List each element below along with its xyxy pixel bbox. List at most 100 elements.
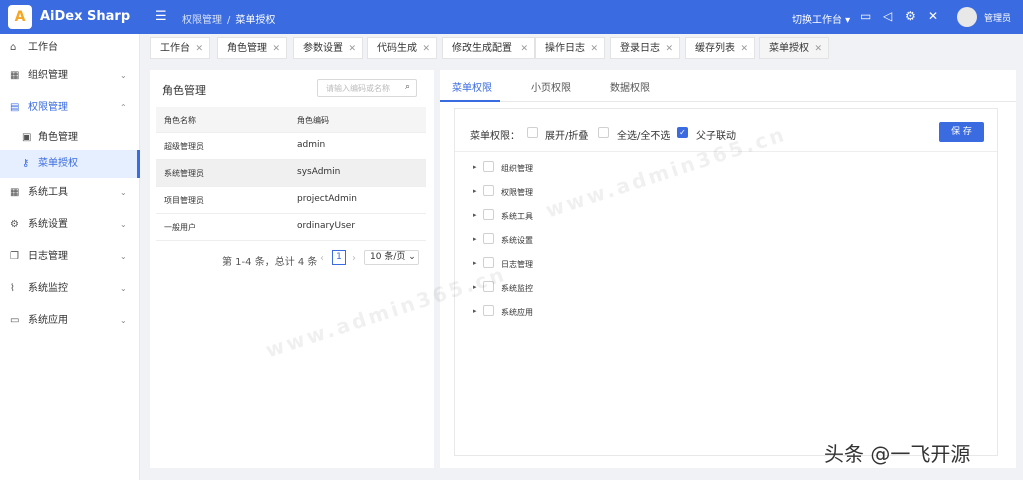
chevron-down-icon: ⌄ [120, 252, 127, 261]
gear-icon[interactable]: ⚙ [905, 9, 916, 23]
chevron-up-icon: ⌃ [120, 103, 127, 112]
sidebar: ⌂ 工作台 ▦ 组织管理 ⌄ ▤ 权限管理 ⌃ ▣ 角色管理 ⚷ 菜单授权 ▦ 系统工具 ⌄ ⚙ 系… [0, 34, 140, 480]
close-icon[interactable]: ✕ [814, 38, 822, 60]
breadcrumb: 权限管理 / 菜单授权 [182, 15, 276, 26]
role-panel: 角色管理 请输入编码或名称 ⌕ 角色名称 角色编码 超级管理员 admin 系统… [150, 70, 434, 468]
prev-page-icon[interactable]: ‹ [320, 253, 324, 264]
close-icon[interactable]: ✕ [520, 38, 528, 60]
id-card-icon: ▣ [22, 132, 32, 143]
tab-codegen[interactable]: 代码生成 ✕ [367, 37, 437, 59]
close-icon[interactable]: ✕ [590, 38, 598, 60]
sidebar-item-workbench[interactable]: ⌂ 工作台 [0, 34, 140, 62]
close-icon[interactable]: ✕ [348, 38, 356, 60]
table-header: 角色名称 角色编码 [156, 107, 426, 133]
tab-gen-config[interactable]: 修改生成配置 ✕ [442, 37, 535, 59]
page-number[interactable]: 1 [332, 250, 346, 265]
search-placeholder: 请输入编码或名称 [326, 84, 390, 93]
tab-data-permission[interactable]: 数据权限 [610, 79, 650, 94]
brand-watermark: 头条 @一飞开源 [824, 442, 971, 466]
top-bar: A AiDex Sharp ☰ 权限管理 / 菜单授权 切换工作台 ▾ ▭ ◁ ⚙ … [0, 0, 1023, 34]
line-chart-icon: ⌇ [10, 283, 15, 294]
grid-icon: ▦ [10, 70, 20, 81]
tab-menu-permission[interactable]: 菜单权限 [452, 79, 492, 94]
sidebar-item-org[interactable]: ▦ 组织管理 ⌄ [0, 62, 140, 90]
role-panel-title: 角色管理 [162, 84, 206, 97]
tab-page-permission[interactable]: 小页权限 [531, 79, 571, 94]
caret-right-icon[interactable]: ▸ [473, 307, 477, 315]
sidebar-item-monitor[interactable]: ⌇ 系统监控 ⌄ [0, 275, 140, 303]
caret-right-icon[interactable]: ▸ [473, 259, 477, 267]
breadcrumb-item[interactable]: 权限管理 [182, 15, 222, 26]
tab-workbench[interactable]: 工作台 ✕ [150, 37, 210, 59]
table-row[interactable]: 超级管理员 admin [156, 133, 426, 160]
expand-collapse-checkbox[interactable] [527, 127, 538, 138]
sidebar-item-tools[interactable]: ▦ 系统工具 ⌄ [0, 179, 140, 207]
table-row[interactable]: 项目管理员 projectAdmin [156, 187, 426, 214]
close-icon[interactable]: ✕ [740, 38, 748, 60]
close-icon[interactable]: ✕ [272, 38, 280, 60]
close-icon[interactable]: ✕ [195, 38, 203, 60]
table-row[interactable]: 一般用户 ordinaryUser [156, 214, 426, 241]
caret-right-icon[interactable]: ▸ [473, 163, 477, 171]
column-header: 角色编码 [297, 116, 329, 125]
sound-icon[interactable]: ◁ [883, 9, 892, 23]
tab-role[interactable]: 角色管理 ✕ [217, 37, 287, 59]
select-all-checkbox[interactable] [598, 127, 609, 138]
sidebar-item-menu-auth[interactable]: ⚷ 菜单授权 [0, 150, 140, 178]
next-page-icon[interactable]: › [352, 253, 356, 264]
menu-fold-icon[interactable]: ☰ [155, 9, 167, 24]
caret-right-icon[interactable]: ▸ [473, 211, 477, 219]
parent-child-checkbox[interactable]: ✓ [677, 127, 688, 138]
sidebar-item-logs[interactable]: ❐ 日志管理 ⌄ [0, 243, 140, 271]
chevron-down-icon: ⌄ [120, 316, 127, 325]
monitor-icon[interactable]: ▭ [860, 9, 871, 23]
app-logo: A [8, 5, 32, 29]
sidebar-item-permission[interactable]: ▤ 权限管理 ⌃ [0, 94, 140, 122]
search-input[interactable]: 请输入编码或名称 ⌕ [317, 79, 417, 97]
grid-icon: ▦ [10, 187, 20, 198]
column-header: 角色名称 [164, 116, 196, 125]
tab-oplog[interactable]: 操作日志 ✕ [535, 37, 605, 59]
search-icon[interactable]: ⌕ [405, 82, 410, 92]
tab-cache[interactable]: 缓存列表 ✕ [685, 37, 755, 59]
gear-icon: ⚙ [10, 219, 19, 230]
caret-right-icon[interactable]: ▸ [473, 187, 477, 195]
sidebar-item-settings[interactable]: ⚙ 系统设置 ⌄ [0, 211, 140, 239]
avatar[interactable] [957, 7, 977, 27]
app-title: AiDex Sharp [40, 9, 131, 24]
caret-right-icon[interactable]: ▸ [473, 235, 477, 243]
close-icon[interactable]: ✕ [422, 38, 430, 60]
home-icon: ⌂ [10, 42, 17, 53]
chevron-down-icon: ⌄ [120, 284, 127, 293]
tab-loginlog[interactable]: 登录日志 ✕ [610, 37, 680, 59]
save-button[interactable]: 保 存 [939, 122, 984, 142]
sidebar-item-role[interactable]: ▣ 角色管理 [0, 124, 140, 152]
fullscreen-icon[interactable]: ✕ [928, 9, 938, 23]
close-icon[interactable]: ✕ [665, 38, 673, 60]
tree-checkbox[interactable] [483, 305, 494, 316]
tab-params[interactable]: 参数设置 ✕ [293, 37, 363, 59]
chevron-down-icon: ⌄ [120, 188, 127, 197]
permission-panel: 菜单权限 小页权限 数据权限 菜单权限： 展开/折叠 全选/全不选 ✓ 父子联动… [440, 70, 1016, 468]
laptop-icon: ▭ [10, 315, 20, 326]
chevron-down-icon: ⌄ [120, 71, 127, 80]
sidebar-item-apps[interactable]: ▭ 系统应用 ⌄ [0, 307, 140, 335]
user-name[interactable]: 管理员 [984, 11, 1011, 24]
form-icon: ▤ [10, 102, 20, 113]
table-row[interactable]: 系统管理员 sysAdmin [156, 160, 426, 187]
pagination-info: 第 1-4 条，总计 4 条 [222, 257, 318, 268]
copy-icon: ❐ [10, 251, 19, 262]
expand-collapse-label[interactable]: 展开/折叠 [545, 127, 588, 142]
tree-checkbox[interactable] [483, 209, 494, 220]
chevron-down-icon: ⌄ [120, 220, 127, 229]
switch-workspace-button[interactable]: 切换工作台 ▾ [792, 11, 850, 26]
tab-divider [440, 101, 1016, 102]
page-size-select[interactable]: 10 条/页 ⌄ [364, 250, 419, 265]
menu-permission-label: 菜单权限： [470, 131, 520, 142]
active-tab-indicator [440, 100, 500, 102]
select-all-label[interactable]: 全选/全不选 [617, 127, 670, 142]
tab-menu-auth[interactable]: 菜单授权 ✕ [759, 37, 829, 59]
tree-checkbox[interactable] [483, 233, 494, 244]
tree-checkbox[interactable] [483, 161, 494, 172]
tree-checkbox[interactable] [483, 185, 494, 196]
